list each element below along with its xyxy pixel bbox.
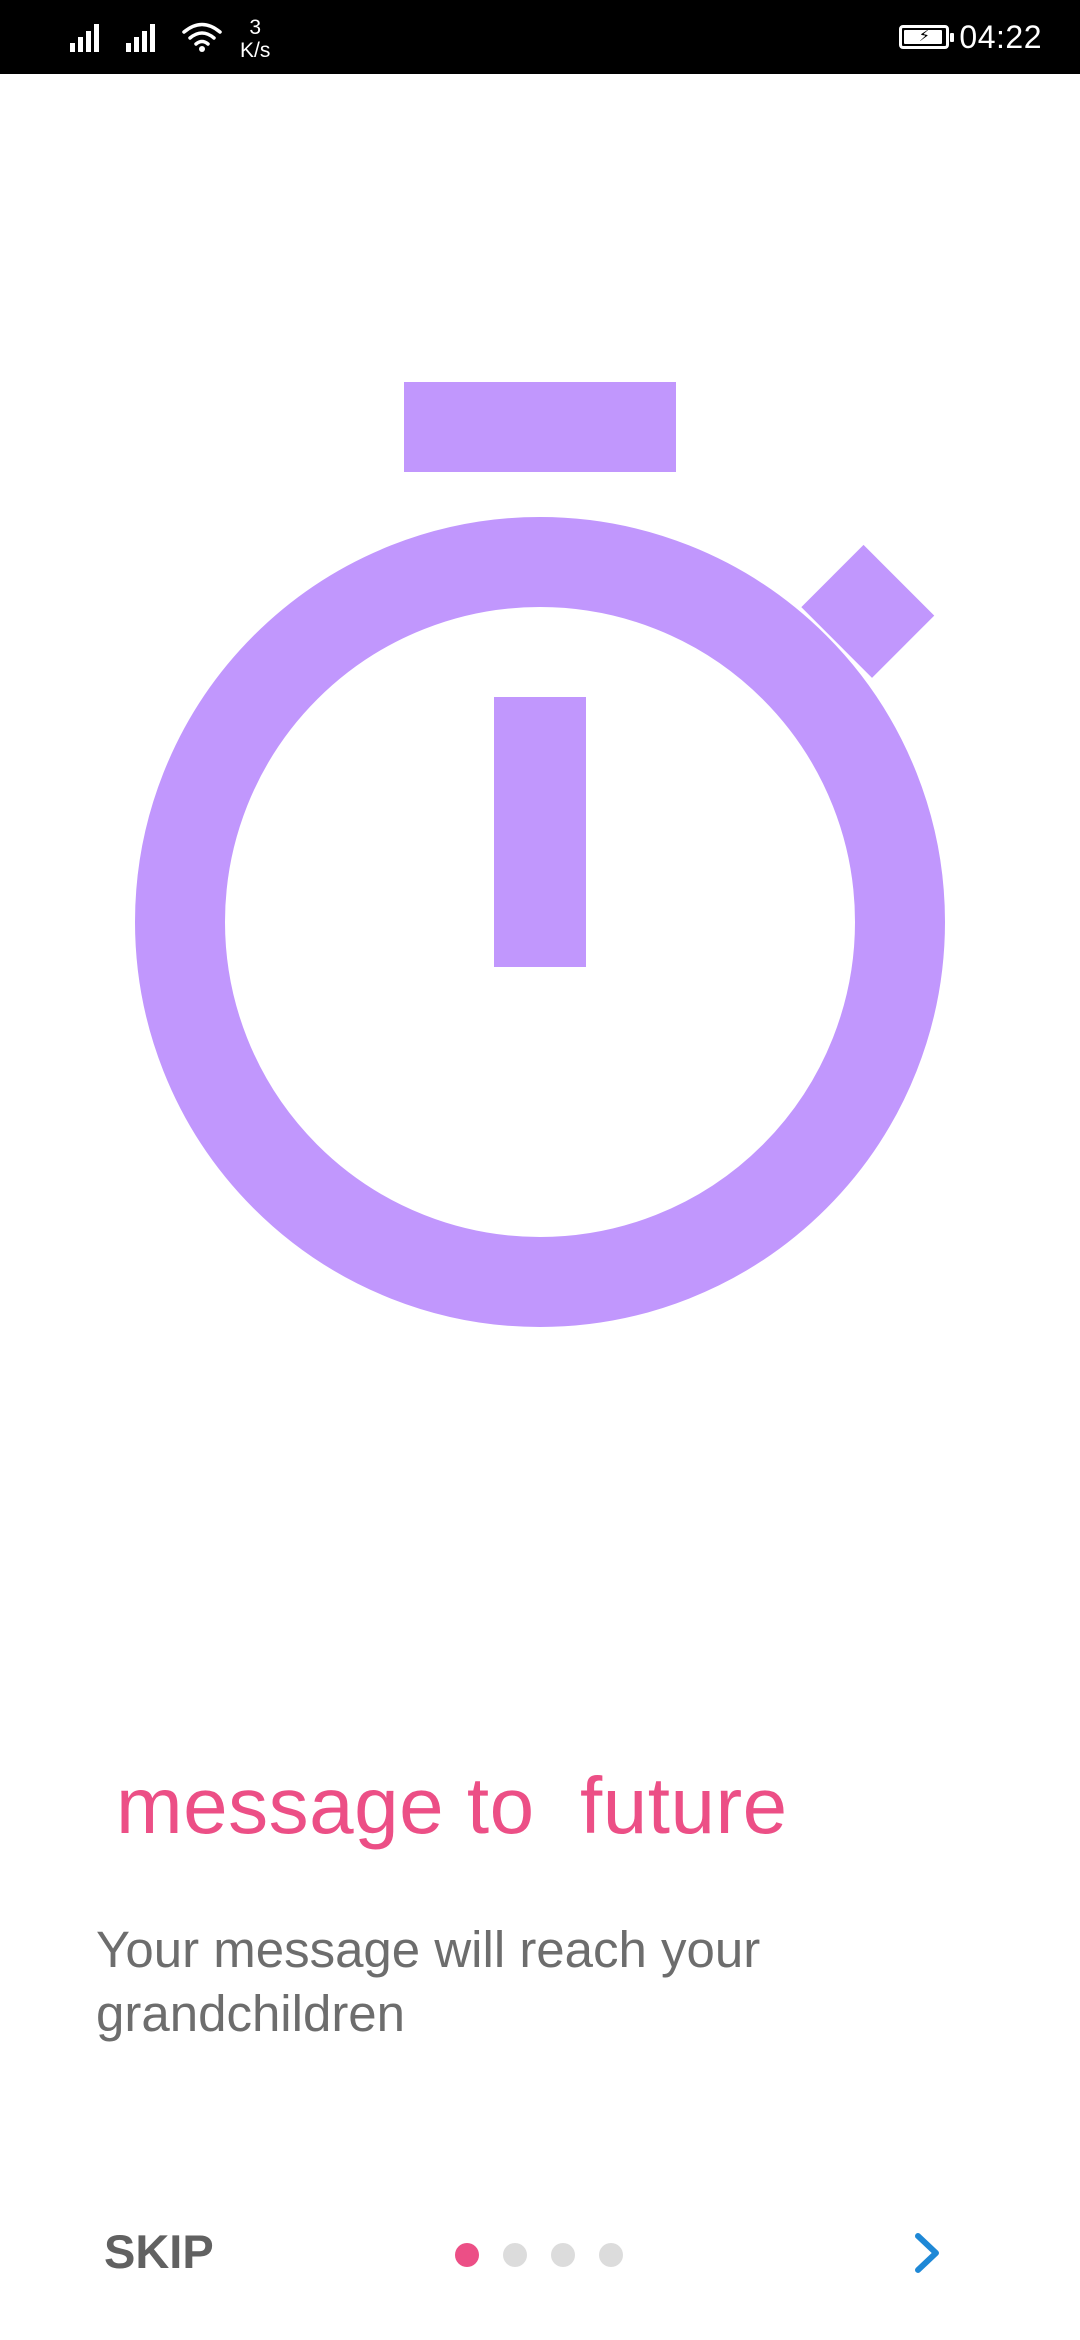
page-dot bbox=[455, 2243, 479, 2267]
network-speed-unit: K/s bbox=[240, 39, 271, 62]
page-dot bbox=[599, 2243, 623, 2267]
status-time: 04:22 bbox=[959, 18, 1042, 55]
status-right: ⚡ 04:22 bbox=[899, 0, 1042, 74]
status-left: 3 K/s bbox=[70, 0, 270, 74]
onboarding-screen: 3 K/s ⚡ 04:22 message to future Your mes… bbox=[0, 0, 1080, 2340]
stopwatch-hand bbox=[494, 697, 586, 967]
signal-icon bbox=[70, 22, 102, 52]
page-dot bbox=[551, 2243, 575, 2267]
skip-button[interactable]: SKIP bbox=[104, 2224, 214, 2279]
network-speed: 3 K/s bbox=[240, 16, 270, 62]
signal-icon bbox=[126, 22, 158, 52]
status-bar: 3 K/s ⚡ 04:22 bbox=[0, 0, 1080, 74]
page-dot bbox=[503, 2243, 527, 2267]
next-button[interactable] bbox=[904, 2228, 948, 2278]
network-speed-value: 3 bbox=[249, 16, 262, 39]
stopwatch-icon bbox=[135, 382, 945, 1327]
onboarding-description: Your message will reach your grandchildr… bbox=[96, 1921, 761, 2042]
stopwatch-top-button bbox=[404, 382, 676, 472]
chevron-right-icon bbox=[915, 2233, 939, 2273]
battery-charging-icon: ⚡ bbox=[899, 25, 955, 49]
wifi-icon bbox=[182, 22, 222, 52]
charging-bolt-icon: ⚡ bbox=[918, 28, 931, 45]
page-indicator bbox=[455, 2243, 647, 2267]
onboarding-title: message to future bbox=[116, 1761, 788, 1850]
